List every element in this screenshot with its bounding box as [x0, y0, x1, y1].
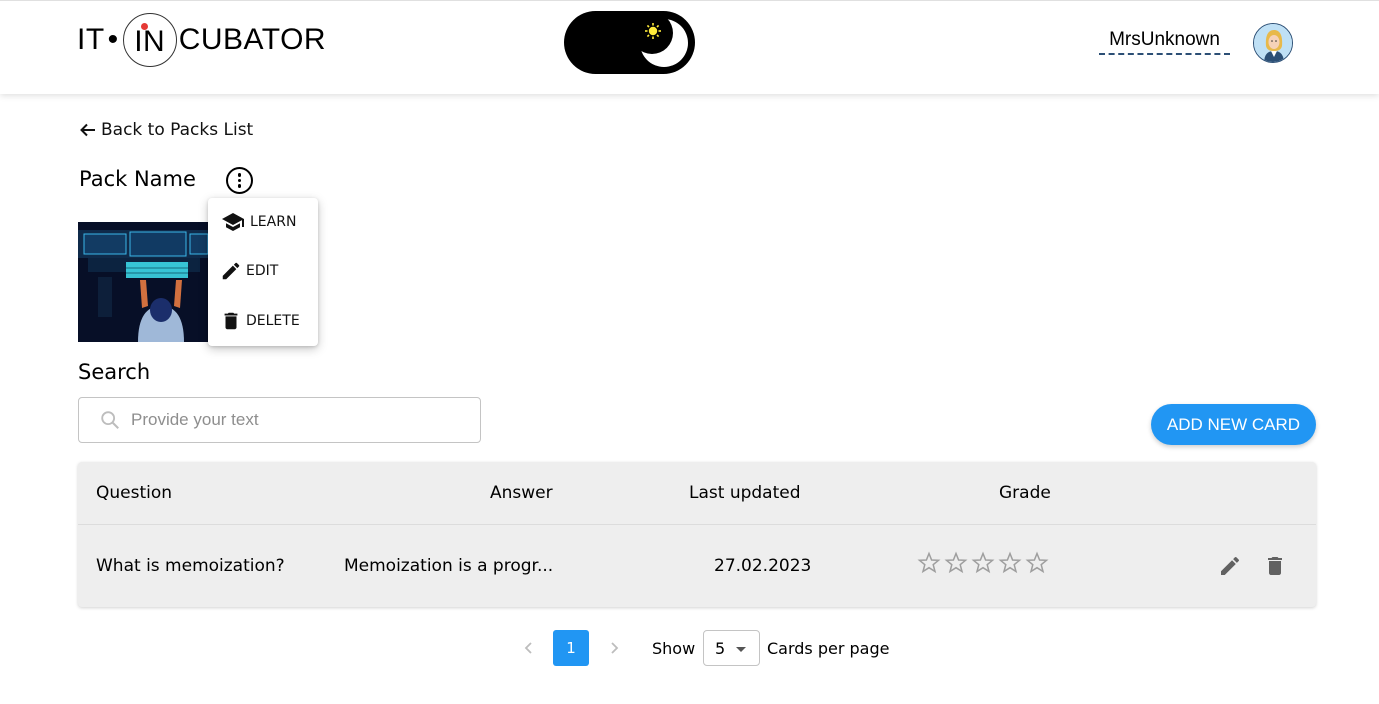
pack-menu-button[interactable]	[226, 167, 253, 194]
school-icon	[222, 213, 244, 231]
star-outline-icon	[998, 551, 1022, 574]
logo-red-dot	[140, 23, 148, 30]
pack-actions-menu: LEARN EDIT DELETE	[208, 198, 318, 346]
it-incubator-logo[interactable]: IT • IN CUBATOR	[77, 13, 326, 67]
logo-text-cubator: CUBATOR	[178, 23, 327, 56]
menu-label-delete: DELETE	[246, 313, 300, 329]
page-size-select[interactable]: 5	[703, 630, 760, 666]
search-field[interactable]	[78, 397, 481, 443]
logo-dot: •	[107, 23, 119, 56]
add-new-card-button[interactable]: ADD NEW CARD	[1151, 404, 1316, 445]
column-header-last-updated[interactable]: Last updated	[689, 483, 801, 503]
star-outline-icon	[971, 551, 995, 574]
avatar-woman-icon	[1254, 24, 1292, 62]
pencil-icon	[222, 262, 240, 280]
pack-cover-image	[78, 222, 210, 342]
logo-text-in: IN	[134, 25, 166, 58]
avatar[interactable]	[1253, 23, 1293, 63]
cell-question: What is memoization?	[96, 556, 285, 576]
column-header-question[interactable]: Question	[96, 483, 172, 503]
cell-answer: Memoization is a progr...	[344, 556, 554, 576]
app-header: IT • IN CUBATOR MrsUnknown	[0, 0, 1379, 94]
grade-rating	[917, 551, 1049, 575]
trash-icon	[224, 312, 238, 330]
more-vert-icon	[237, 173, 242, 177]
logo-ring: IN	[122, 13, 177, 67]
caret-down-icon	[736, 647, 746, 652]
column-header-grade[interactable]: Grade	[999, 483, 1051, 503]
menu-label-learn: LEARN	[250, 214, 297, 230]
search-label: Search	[78, 360, 151, 384]
pack-title: Pack Name	[79, 167, 196, 191]
pagination: 1 Show 5 Cards per page	[0, 630, 1379, 666]
menu-item-learn[interactable]: LEARN	[220, 210, 296, 234]
arrow-left-icon	[80, 123, 95, 137]
programmer-illustration	[78, 222, 210, 342]
back-link-label: Back to Packs List	[101, 120, 254, 140]
cards-per-page-label: Cards per page	[767, 639, 890, 658]
star-outline-icon	[944, 551, 968, 574]
more-vert-icon-dot	[237, 184, 242, 188]
search-input[interactable]	[131, 410, 451, 430]
column-header-answer[interactable]: Answer	[490, 483, 553, 503]
username-link[interactable]: MrsUnknown	[1099, 29, 1230, 55]
search-icon	[101, 411, 119, 429]
more-vert-icon-dot	[237, 178, 242, 183]
theme-toggle[interactable]	[564, 11, 695, 74]
back-to-packs-link[interactable]: Back to Packs List	[79, 120, 253, 140]
table-header: Question Answer Last updated Grade	[78, 462, 1316, 525]
page-button-current[interactable]: 1	[553, 630, 589, 666]
cards-table: Question Answer Last updated Grade What …	[78, 462, 1316, 607]
chevron-right-icon[interactable]	[605, 639, 623, 657]
edit-card-icon[interactable]	[1218, 554, 1242, 578]
menu-label-edit: EDIT	[246, 263, 279, 279]
star-outline-icon	[917, 551, 941, 574]
moon-sun-icon	[631, 12, 688, 67]
logo-text-it: IT	[77, 23, 105, 56]
star-outline-icon	[1025, 551, 1049, 574]
chevron-left-icon[interactable]	[520, 639, 538, 657]
page-size-value: 5	[715, 638, 726, 658]
delete-card-icon[interactable]	[1263, 554, 1287, 578]
menu-item-edit[interactable]: EDIT	[220, 260, 278, 282]
menu-item-delete[interactable]: DELETE	[220, 309, 300, 333]
show-label: Show	[652, 639, 696, 658]
cell-last-updated: 27.02.2023	[714, 556, 812, 576]
